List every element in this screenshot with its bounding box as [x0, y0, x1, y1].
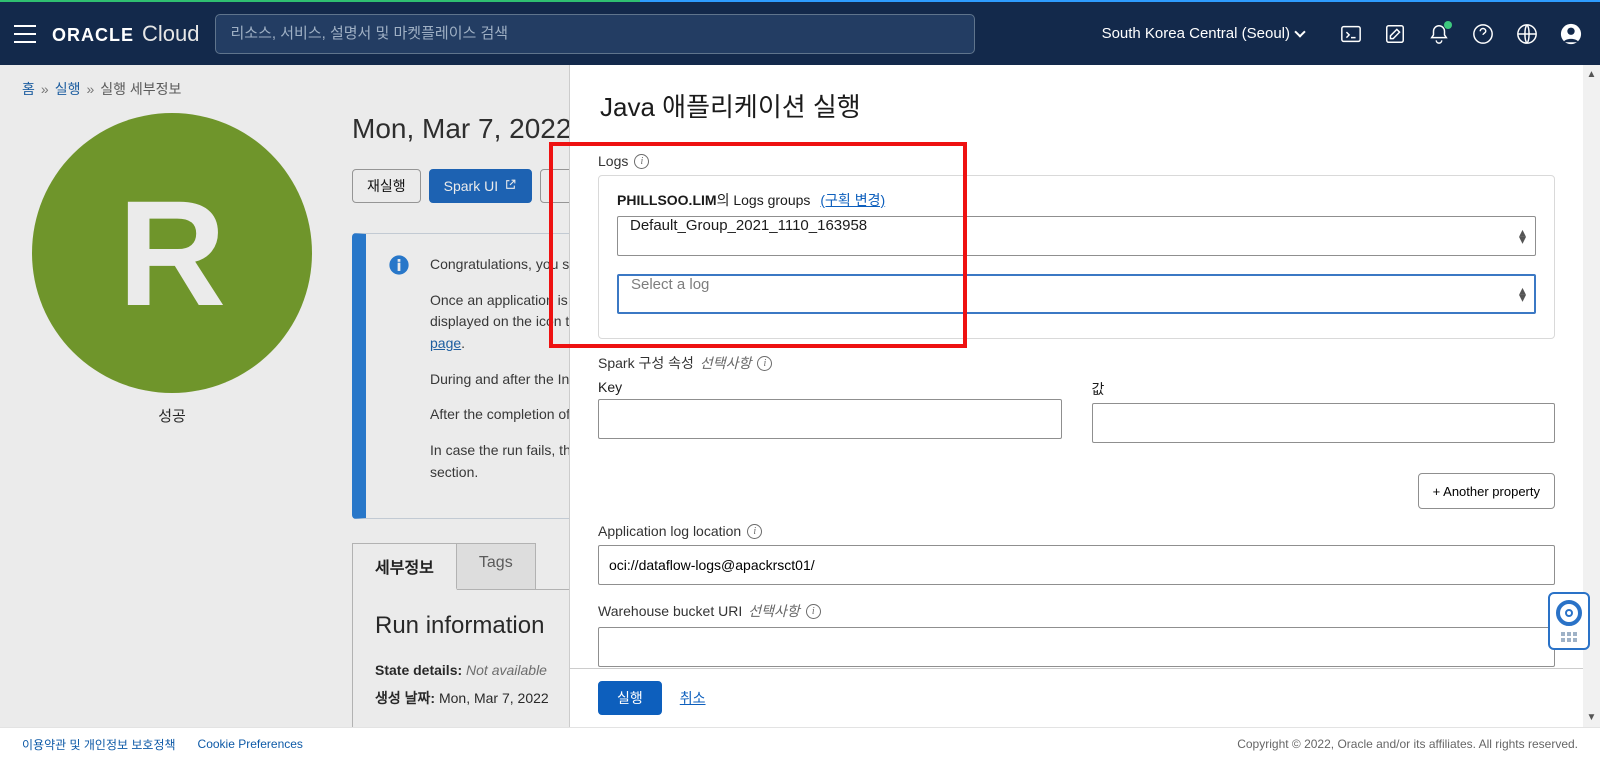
- region-label: South Korea Central (Seoul): [1102, 25, 1290, 42]
- logs-section-label: Logs i: [598, 153, 1555, 169]
- app-log-label-text: Application log location: [598, 523, 741, 539]
- drawer-title: Java 애플리케이션 실행: [570, 65, 1583, 131]
- search-input[interactable]: [215, 14, 975, 54]
- logs-fieldset: PHILLSOO.LIM의 Logs groups (구획 변경) Defaul…: [598, 175, 1555, 339]
- brand-sub: Cloud: [142, 21, 199, 47]
- region-selector[interactable]: South Korea Central (Seoul): [1102, 25, 1304, 42]
- notifications-icon[interactable]: [1428, 23, 1450, 45]
- hamburger-icon[interactable]: [14, 25, 36, 43]
- log-select[interactable]: Select a log: [617, 274, 1536, 314]
- scroll-up-icon: ▲: [1587, 69, 1597, 80]
- optional-text: 선택사항: [700, 353, 752, 373]
- log-select-wrap: Select a log ▴▾: [617, 274, 1536, 314]
- log-group-select[interactable]: Default_Group_2021_1110_163958: [617, 216, 1536, 256]
- app-log-location-input[interactable]: [598, 545, 1555, 585]
- info-i-icon[interactable]: i: [806, 604, 821, 619]
- log-group-value: Default_Group_2021_1110_163958: [630, 217, 867, 234]
- brand-main: ORACLE: [52, 25, 134, 46]
- info-i-icon[interactable]: i: [757, 356, 772, 371]
- app-log-location-label: Application log location i: [598, 523, 1555, 539]
- log-group-select-wrap: Default_Group_2021_1110_163958 ▴▾: [617, 216, 1536, 256]
- cloud-shell-icon[interactable]: [1340, 23, 1362, 45]
- global-search: [215, 14, 975, 54]
- chevron-down-icon: [1294, 26, 1305, 37]
- key-label: Key: [598, 379, 1062, 395]
- globe-icon[interactable]: [1516, 23, 1538, 45]
- help-icon[interactable]: [1472, 23, 1494, 45]
- spark-key-input[interactable]: [598, 399, 1062, 439]
- add-property-button[interactable]: + Another property: [1418, 473, 1555, 509]
- info-i-icon[interactable]: i: [747, 524, 762, 539]
- oracle-cloud-logo[interactable]: ORACLE Cloud: [52, 21, 199, 47]
- header-icon-group: [1340, 23, 1582, 45]
- info-i-icon[interactable]: i: [634, 154, 649, 169]
- warehouse-uri-label: Warehouse bucket URI 선택사항 i: [598, 601, 1555, 621]
- scroll-down-icon: ▼: [1587, 712, 1597, 723]
- help-widget[interactable]: [1548, 592, 1590, 650]
- cookie-prefs-link[interactable]: Cookie Preferences: [198, 737, 303, 751]
- run-java-app-drawer: Java 애플리케이션 실행 Logs i PHILLSOO.LIM의 Logs…: [569, 65, 1600, 727]
- warehouse-label-text: Warehouse bucket URI: [598, 603, 742, 619]
- spark-conf-text: Spark 구성 속성: [598, 353, 694, 373]
- drawer-body: Logs i PHILLSOO.LIM의 Logs groups (구획 변경)…: [570, 131, 1583, 668]
- profile-icon[interactable]: [1560, 23, 1582, 45]
- run-button[interactable]: 실행: [598, 681, 662, 715]
- copyright: Copyright © 2022, Oracle and/or its affi…: [1237, 737, 1578, 751]
- change-compartment-link[interactable]: (구획 변경): [820, 190, 885, 210]
- drawer-footer: 실행 취소: [570, 668, 1583, 727]
- value-label: 값: [1092, 379, 1556, 399]
- logs-label-text: Logs: [598, 153, 628, 169]
- grip-icon: [1561, 632, 1577, 642]
- log-group-heading: PHILLSOO.LIM의 Logs groups (구획 변경): [617, 190, 1536, 210]
- lifering-icon: [1556, 600, 1582, 626]
- log-group-tail: 의 Logs groups: [717, 192, 811, 208]
- global-footer: 이용약관 및 개인정보 보호정책 Cookie Preferences Copy…: [0, 727, 1600, 760]
- notification-dot: [1444, 21, 1452, 29]
- warehouse-uri-input[interactable]: [598, 627, 1555, 667]
- log-group-owner: PHILLSOO.LIM: [617, 192, 717, 208]
- spark-conf-row: Key 값: [598, 379, 1555, 443]
- spark-conf-label: Spark 구성 속성 선택사항 i: [598, 353, 1555, 373]
- global-header: ORACLE Cloud South Korea Central (Seoul): [0, 2, 1600, 65]
- log-select-placeholder: Select a log: [631, 276, 709, 293]
- terms-link[interactable]: 이용약관 및 개인정보 보호정책: [22, 736, 176, 753]
- optional-text: 선택사항: [748, 601, 800, 621]
- spark-value-input[interactable]: [1092, 403, 1556, 443]
- cancel-link[interactable]: 취소: [680, 688, 706, 708]
- edit-icon[interactable]: [1384, 23, 1406, 45]
